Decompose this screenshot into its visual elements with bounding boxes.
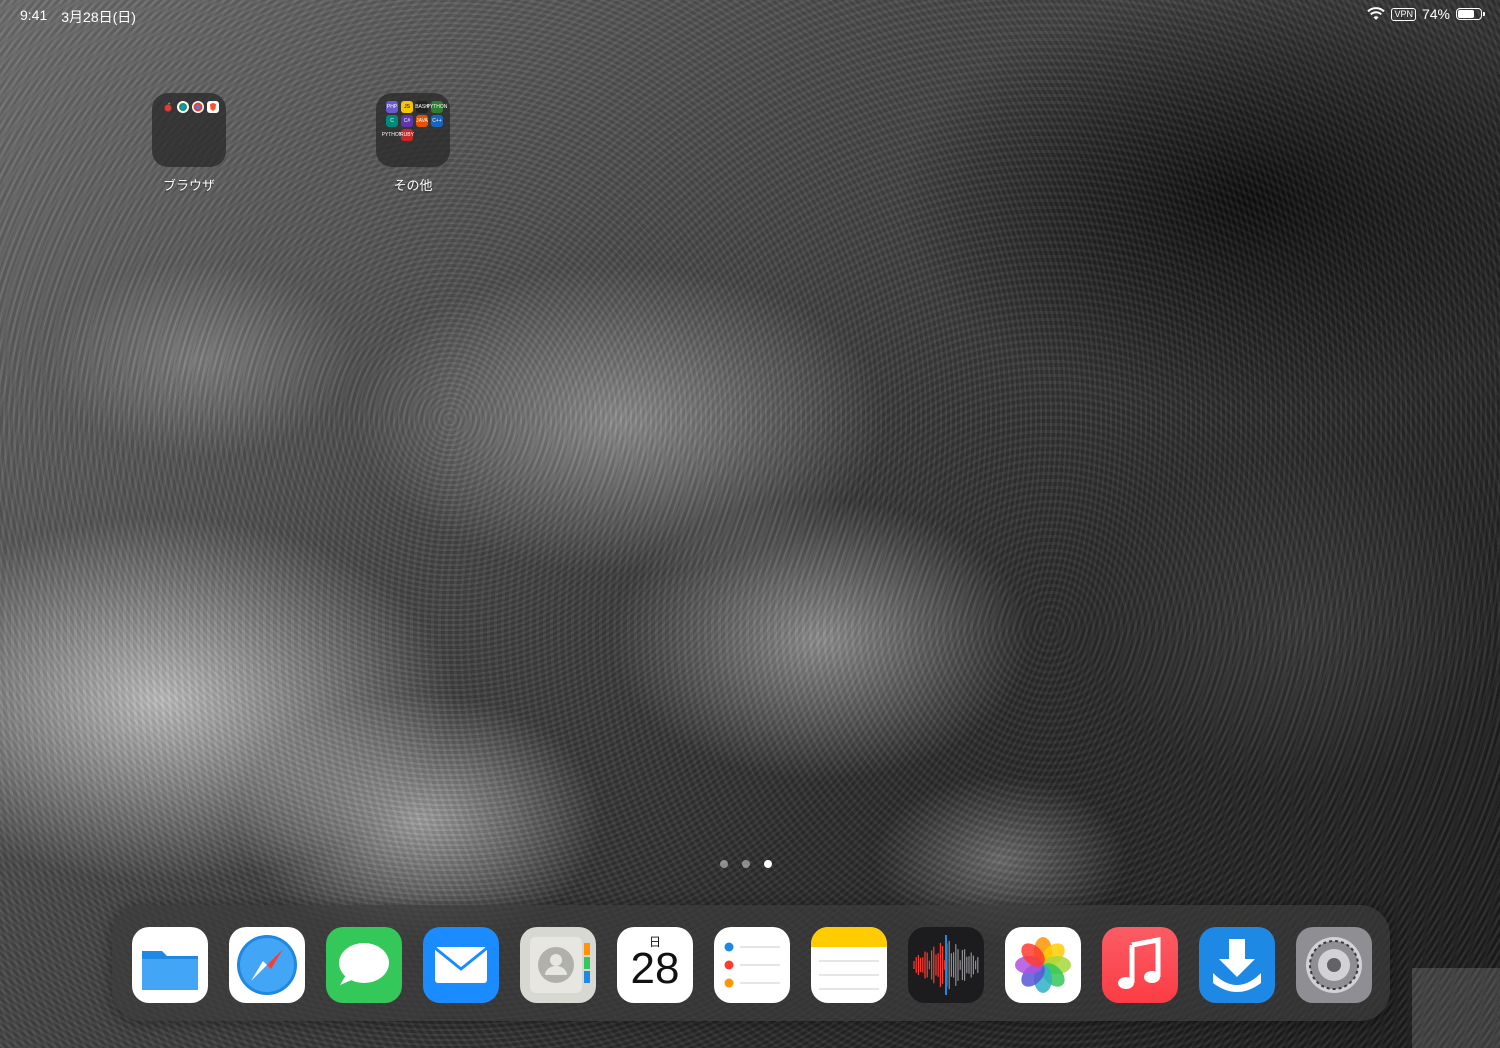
folder-app-icon: PHP xyxy=(386,101,398,113)
status-time: 9:41 xyxy=(20,7,48,23)
folder-app-icon: JAVA xyxy=(416,115,428,127)
safari-icon[interactable] xyxy=(229,927,305,1003)
vpn-badge: VPN xyxy=(1391,7,1416,21)
notes-icon[interactable] xyxy=(811,927,887,1003)
folder-app-icon: PYTHON xyxy=(382,129,402,141)
photos-icon[interactable] xyxy=(1005,927,1081,1003)
folder-app-icon: C# xyxy=(401,115,413,127)
download-icon[interactable] xyxy=(1199,927,1275,1003)
edge-icon xyxy=(177,101,189,113)
folder-icon xyxy=(152,93,226,167)
reminders-icon[interactable] xyxy=(714,927,790,1003)
folder-app-icon: C xyxy=(386,115,398,127)
folder-app-icon: JS xyxy=(401,101,413,113)
page-dot[interactable] xyxy=(720,860,728,868)
dock: 日 28 xyxy=(112,905,1390,1021)
battery-percent: 74% xyxy=(1421,6,1450,22)
page-dot-active[interactable] xyxy=(764,860,772,868)
status-date: 3月28日(日) xyxy=(61,9,136,25)
folder-app-icon: C++ xyxy=(431,115,443,127)
folder-browser[interactable]: ブラウザ xyxy=(144,93,234,194)
folder-app-icon: RUBY xyxy=(400,129,414,141)
brave-icon xyxy=(207,101,219,113)
settings-icon[interactable] xyxy=(1296,927,1372,1003)
page-indicator[interactable] xyxy=(720,860,772,868)
status-bar: 9:41 3月28日(日) VPN 74% xyxy=(0,0,1500,32)
messages-icon[interactable] xyxy=(326,927,402,1003)
battery-icon xyxy=(1456,8,1485,20)
folder-app-icon: PYTHON xyxy=(427,101,447,113)
music-icon[interactable] xyxy=(1102,927,1178,1003)
browser-app-icon xyxy=(162,101,174,113)
folder-icon: PHP JS BASH PYTHON C C# JAVA C++ PYTHON … xyxy=(376,93,450,167)
wifi-icon xyxy=(1367,7,1386,21)
contacts-icon[interactable] xyxy=(520,927,596,1003)
calendar-day: 28 xyxy=(630,944,680,993)
voice-memos-icon[interactable] xyxy=(908,927,984,1003)
mail-icon[interactable] xyxy=(423,927,499,1003)
page-dot[interactable] xyxy=(742,860,750,868)
calendar-icon[interactable]: 日 28 xyxy=(617,927,693,1003)
corner-graphic xyxy=(1412,968,1500,1048)
folder-label: その他 xyxy=(393,178,433,193)
chrome-icon xyxy=(192,101,204,113)
folder-label: ブラウザ xyxy=(162,178,215,193)
files-icon[interactable] xyxy=(132,927,208,1003)
folder-other[interactable]: PHP JS BASH PYTHON C C# JAVA C++ PYTHON … xyxy=(368,93,458,194)
